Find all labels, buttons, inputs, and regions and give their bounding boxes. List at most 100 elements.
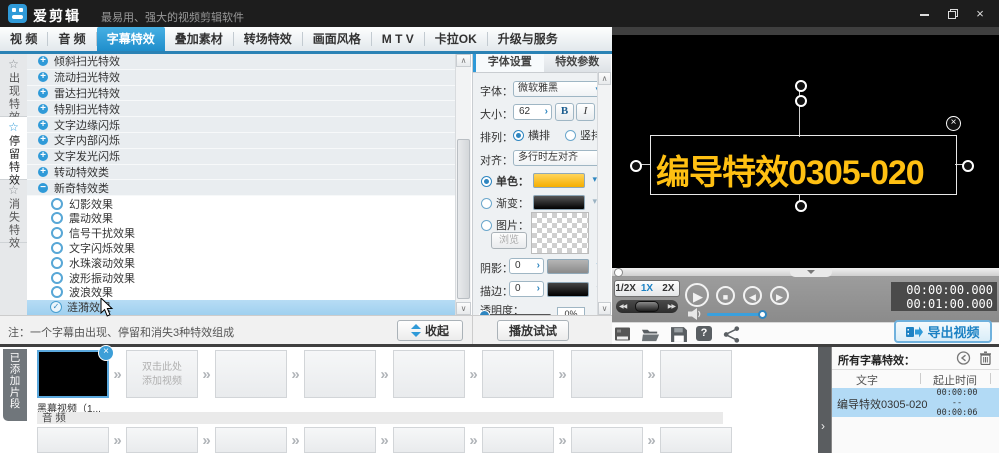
effect-item-row[interactable]: 震动效果 — [27, 211, 455, 226]
shadow-stepper[interactable]: 0› — [509, 258, 544, 274]
tab-transitions[interactable]: 转场特效 — [234, 27, 302, 51]
prev-frame-button[interactable]: ◀ — [743, 286, 762, 305]
speed-1x[interactable]: 1X — [636, 281, 657, 296]
volume-icon[interactable] — [688, 308, 702, 320]
empty-audio-slot[interactable] — [482, 427, 554, 453]
solid-color-radio[interactable]: 单色： — [481, 173, 529, 189]
expand-icon[interactable]: + — [38, 151, 48, 161]
shuttle-slider[interactable]: ◀◀ ▶▶ — [616, 300, 678, 313]
expand-icon[interactable]: + — [38, 72, 48, 82]
close-button[interactable]: × — [967, 7, 993, 21]
effect-category-row[interactable]: +倾斜扫光特效 — [27, 54, 455, 70]
empty-audio-slot[interactable] — [37, 427, 109, 453]
speed-half[interactable]: 1/2X — [615, 281, 636, 296]
empty-audio-slot[interactable] — [660, 427, 732, 453]
gradient-swatch[interactable]: ▾ — [533, 195, 585, 210]
stroke-stepper[interactable]: 0› — [509, 281, 544, 297]
bottom-handle[interactable] — [795, 200, 807, 212]
share-icon[interactable] — [722, 326, 742, 343]
expand-icon[interactable]: + — [38, 120, 48, 130]
rotate-handle-2[interactable] — [795, 95, 807, 107]
scroll-up-button[interactable]: ∧ — [598, 72, 611, 85]
play-test-button[interactable]: 播放试试 — [497, 320, 569, 341]
expand-icon[interactable]: − — [38, 183, 48, 193]
font-size-stepper[interactable]: 62› — [513, 104, 552, 120]
empty-video-slot[interactable] — [660, 350, 732, 398]
new-project-icon[interactable] — [614, 326, 634, 343]
subtitle-panel-toggle[interactable]: › — [818, 347, 831, 453]
collapse-controls-tab[interactable] — [790, 268, 832, 277]
stroke-color-swatch[interactable]: ▾ — [547, 282, 589, 297]
added-clips-tab[interactable]: 已添加片段 — [3, 349, 27, 421]
tab-video[interactable]: 视 频 — [0, 27, 47, 51]
overlay-text[interactable]: 编导特效0305-020 — [656, 145, 924, 194]
empty-audio-slot[interactable] — [571, 427, 643, 453]
empty-video-slot[interactable] — [215, 350, 287, 398]
expand-icon[interactable]: + — [38, 88, 48, 98]
arrange-horizontal-radio[interactable]: 横排 — [513, 127, 550, 143]
shadow-color-swatch[interactable]: ▾ — [547, 259, 589, 274]
effect-category-row[interactable]: +转动特效类 — [27, 165, 455, 181]
italic-button[interactable]: I — [576, 103, 595, 121]
image-fill-radio[interactable]: 图片： — [481, 217, 529, 233]
empty-audio-slot[interactable] — [304, 427, 376, 453]
video-preview[interactable]: 编导特效0305-020 × — [612, 27, 999, 268]
export-video-button[interactable]: 导出视频 — [894, 320, 992, 343]
empty-audio-slot[interactable] — [393, 427, 465, 453]
remove-clip-button[interactable]: × — [98, 345, 114, 361]
speed-2x[interactable]: 2X — [658, 281, 679, 296]
volume-slider[interactable] — [707, 313, 763, 316]
gradient-radio[interactable]: 渐变： — [481, 195, 529, 211]
add-video-slot[interactable]: 双击此处 添加视频 — [126, 350, 198, 398]
align-select[interactable]: 多行时左对齐▾ — [513, 150, 605, 166]
effect-category-row[interactable]: +流动扫光特效 — [27, 70, 455, 86]
minimize-button[interactable] — [911, 7, 937, 21]
right-handle[interactable] — [962, 160, 974, 172]
effect-category-row[interactable]: +特别扫光特效 — [27, 101, 455, 117]
empty-video-slot[interactable] — [393, 350, 465, 398]
effect-item-row[interactable]: 水珠滚动效果 — [27, 255, 455, 270]
tab-disappear-effects[interactable]: ☆ 消失特效 — [0, 180, 27, 243]
video-clip-thumbnail[interactable]: × — [37, 350, 109, 398]
delete-overlay-button[interactable]: × — [946, 116, 961, 131]
empty-video-slot[interactable] — [482, 350, 554, 398]
effect-item-row[interactable]: 波浪效果 — [27, 285, 455, 300]
playhead-knob[interactable] — [614, 268, 623, 277]
tab-upgrade-services[interactable]: 升级与服务 — [488, 27, 568, 51]
restore-button[interactable] — [939, 7, 965, 21]
open-project-icon[interactable] — [641, 326, 661, 343]
tab-overlay-material[interactable]: 叠加素材 — [165, 27, 233, 51]
tab-font-settings[interactable]: 字体设置 — [473, 54, 544, 72]
empty-audio-slot[interactable] — [126, 427, 198, 453]
scroll-down-button[interactable]: ∨ — [456, 302, 471, 315]
expand-icon[interactable]: + — [38, 135, 48, 145]
undo-icon[interactable] — [956, 351, 971, 365]
expand-icon[interactable]: + — [38, 167, 48, 177]
effect-item-row[interactable]: 幻影效果 — [27, 196, 455, 211]
solid-color-swatch[interactable]: ▾ — [533, 173, 585, 188]
tab-appear-effects[interactable]: ☆ 出现特效 — [0, 54, 27, 117]
left-handle[interactable] — [630, 160, 642, 172]
tab-audio[interactable]: 音 频 — [48, 27, 95, 51]
expand-icon[interactable]: + — [38, 56, 48, 66]
volume-knob[interactable] — [758, 310, 767, 319]
effect-item-row-selected[interactable]: ✓涟漪效果 — [27, 300, 455, 315]
stop-button[interactable]: ■ — [716, 286, 735, 305]
shuttle-knob[interactable] — [635, 301, 659, 312]
subtitle-row-selected[interactable]: 编导特效0305-020 00:00:00 -- 00:00:06 — [832, 388, 999, 417]
empty-video-slot[interactable] — [304, 350, 376, 398]
empty-audio-slot[interactable] — [215, 427, 287, 453]
tab-mtv[interactable]: M T V — [372, 27, 424, 51]
tab-subtitle-effects[interactable]: 字幕特效 — [97, 27, 165, 51]
font-panel-scrollbar[interactable]: ∧ ∨ — [597, 72, 611, 315]
trash-icon[interactable] — [978, 351, 993, 365]
browse-button[interactable]: 浏览 — [491, 232, 527, 249]
tab-effect-params[interactable]: 特效参数 — [544, 54, 612, 72]
font-family-select[interactable]: 微软雅黑▾ — [513, 81, 603, 97]
play-button[interactable]: ▶ — [685, 283, 709, 307]
rotate-handle[interactable] — [795, 80, 807, 92]
effect-category-row[interactable]: +雷达扫光特效 — [27, 86, 455, 102]
bold-button[interactable]: B — [555, 103, 574, 121]
next-frame-button[interactable]: ▶ — [770, 286, 789, 305]
empty-video-slot[interactable] — [571, 350, 643, 398]
